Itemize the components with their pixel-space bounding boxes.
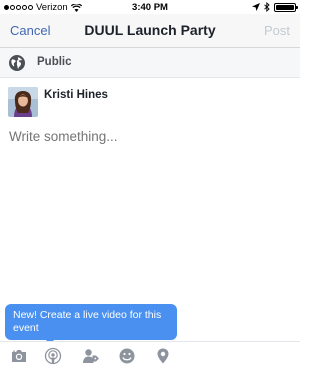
- location-arrow-icon: [252, 3, 260, 11]
- camera-icon[interactable]: [10, 347, 28, 365]
- navigation-bar: Cancel DUUL Launch Party Post: [0, 14, 300, 48]
- post-text-input[interactable]: [9, 126, 291, 146]
- author-row: Kristi Hines: [0, 85, 300, 119]
- bluetooth-icon: [264, 2, 270, 12]
- location-icon[interactable]: [154, 347, 172, 365]
- live-video-icon[interactable]: [44, 347, 62, 365]
- avatar: [8, 87, 38, 117]
- tooltip-text: New! Create a live video for this event: [13, 309, 162, 334]
- battery-level: [276, 4, 294, 10]
- cancel-button[interactable]: Cancel: [10, 23, 50, 38]
- live-video-tooltip[interactable]: New! Create a live video for this event: [5, 304, 177, 340]
- post-button[interactable]: Post: [264, 23, 290, 38]
- audience-selector[interactable]: Public: [0, 48, 300, 78]
- tag-people-icon[interactable]: [82, 347, 100, 365]
- battery-icon: [274, 2, 298, 12]
- audience-label: Public: [37, 56, 72, 68]
- composer-toolbar: [0, 341, 300, 369]
- author-name: Kristi Hines: [44, 89, 108, 101]
- globe-icon: [9, 55, 25, 71]
- feeling-icon[interactable]: [118, 347, 136, 365]
- status-bar: Verizon 3:40 PM: [0, 0, 300, 14]
- status-right: [252, 2, 298, 12]
